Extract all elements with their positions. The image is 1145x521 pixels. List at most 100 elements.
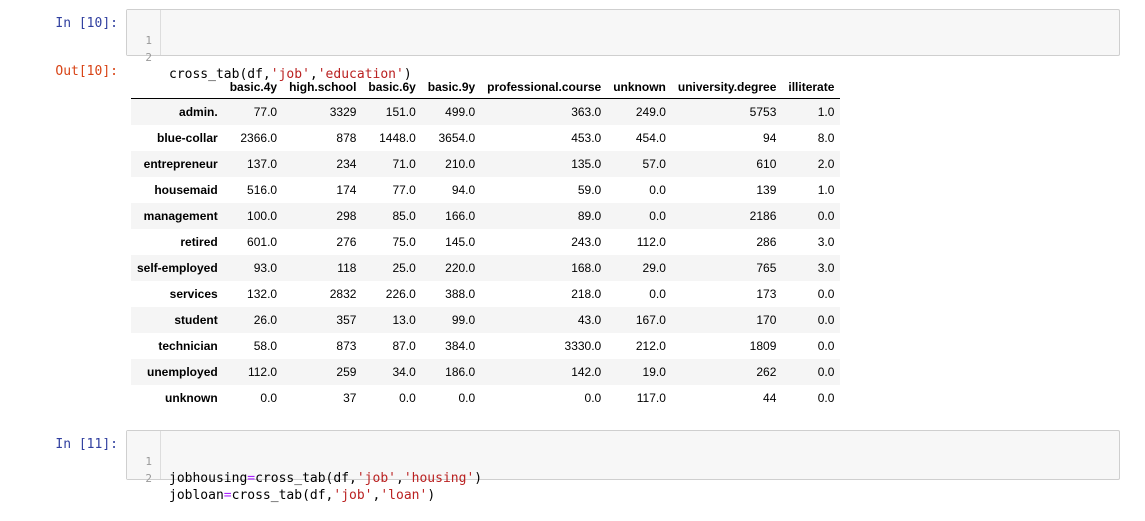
table-cell: 2366.0 [240,131,278,145]
table-body: admin. 77.0 3329 151.0 499.0 363.0 249.0 5753 1.… [131,98,841,412]
column-header: basic.6y [362,76,422,99]
table-cell: 57.0 [642,157,666,171]
line-number: 2 [145,472,152,485]
table-cell: 58.0 [253,339,278,353]
table-cell: 249.0 [635,105,666,119]
table-cell: 0.0 [817,287,835,301]
code-line-1[interactable]: 1 jobhousing=cross_tab(df,'job','housing… [127,436,1119,486]
assign-operator: = [247,471,256,486]
code-line-1[interactable]: 1 [127,15,1119,47]
row-index-label: retired [180,235,218,249]
table-cell: 286 [756,235,777,249]
table-cell: 34.0 [392,365,416,379]
table-cell: 112.0 [247,365,278,379]
table-cell: 173 [756,287,777,301]
code-text: jobhousing=cross_tab(df,'job','housing') [169,470,482,487]
table-cell: 384.0 [445,339,476,353]
table-cell: 218.0 [571,287,602,301]
table-cell: 3.0 [817,235,835,249]
row-index-label: unknown [165,391,218,405]
table-cell: 3330.0 [564,339,602,353]
column-header: high.school [283,76,363,99]
table-cell: 89.0 [577,209,602,223]
table-cell: 93.0 [253,261,278,275]
code-text: jobloan=cross_tab(df,'job','loan') [169,487,435,504]
function-call: cross_tab(df, [231,488,334,503]
code-line-2[interactable]: 2 cross_tab(df,'job','education') [127,32,1119,82]
table-row: unknown 0.0 37 0.0 0.0 0.0 117.0 44 0.0 [131,385,840,411]
table-row: self-employed 93.0 118 25.0 220.0 168.0 29.0 76… [131,255,841,281]
table-cell: 234 [336,157,357,171]
table-cell: 145.0 [445,235,476,249]
code-line-2[interactable]: 2 jobloan=cross_tab(df,'job','loan') [127,453,1119,503]
table-cell: 765 [756,261,777,275]
line-number: 2 [145,51,152,64]
assign-operator: = [223,488,232,503]
table-cell: 610 [756,157,777,171]
code-cell-11[interactable]: 1 jobhousing=cross_tab(df,'job','housing… [126,430,1120,503]
table-cell: 43.0 [577,313,602,327]
table-row: services 132.0 2832 226.0 388.0 218.0 0.0 173 0.… [131,281,840,307]
table-cell: 0.0 [817,209,835,223]
table-row: management 100.0 298 85.0 166.0 89.0 0.0 2186 0.… [131,203,841,229]
table-cell: 8.0 [817,131,835,145]
table-cell: 139 [756,183,777,197]
column-header: illiterate [782,76,841,99]
table-cell: 75.0 [392,235,416,249]
table-cell: 259 [336,365,357,379]
table-cell: 453.0 [571,131,602,145]
row-index-label: admin. [179,105,218,119]
code-close-paren: ) [474,471,483,486]
input-prompt-10: In [10]: [55,16,118,31]
table-cell: 29.0 [642,261,666,275]
row-index-label: self-employed [137,261,218,275]
table-cell: 212.0 [635,339,666,353]
table-cell: 210.0 [445,157,476,171]
table-cell: 94 [763,131,777,145]
output-prompt-10: Out[10]: [55,64,118,79]
table-row: technician 58.0 873 87.0 384.0 3330.0 212.0 180… [131,333,840,359]
table-cell: 112.0 [636,235,666,249]
table-row: admin. 77.0 3329 151.0 499.0 363.0 249.0 5753 1.… [131,98,841,125]
table-cell: 0.0 [649,183,666,197]
table-cell: 0.0 [817,339,835,353]
table-cell: 2.0 [817,157,835,171]
table-cell: 19.0 [642,365,666,379]
table-cell: 77.0 [253,105,278,119]
table-cell: 499.0 [445,105,476,119]
table-cell: 388.0 [445,287,476,301]
table-cell: 0.0 [817,391,835,405]
column-header: unknown [607,76,672,99]
string-literal: 'job' [333,488,373,503]
table-cell: 1809 [749,339,777,353]
row-index-label: entrepreneur [143,157,218,171]
table-cell: 87.0 [392,339,416,353]
table-cell: 77.0 [392,183,416,197]
table-cell: 186.0 [445,365,476,379]
table-cell: 117.0 [636,391,666,405]
row-index-label: student [174,313,218,327]
table-cell: 137.0 [247,157,278,171]
table-cell: 37 [343,391,357,405]
variable-name: jobhousing [169,471,248,486]
table-cell: 0.0 [584,391,602,405]
code-cell-10[interactable]: 1 2 cross_tab(df,'job','education') [126,9,1120,82]
table-cell: 44 [763,391,777,405]
table-cell: 262 [756,365,777,379]
table-cell: 873 [336,339,357,353]
input-prompt-11: In [11]: [55,437,118,452]
table-cell: 0.0 [260,391,278,405]
table-cell: 276 [336,235,357,249]
table-cell: 2832 [329,287,357,301]
table-cell: 3.0 [817,261,835,275]
row-index-label: technician [158,339,218,353]
table-cell: 226.0 [385,287,416,301]
table-cell: 2186 [749,209,777,223]
table-row: housemaid 516.0 174 77.0 94.0 59.0 0.0 139 1.0 [131,177,840,203]
table-cell: 26.0 [253,313,278,327]
table-cell: 168.0 [571,261,602,275]
row-index-label: management [143,209,218,223]
table-cell: 151.0 [385,105,416,119]
variable-name: jobloan [169,488,224,503]
column-header: basic.4y [223,76,284,99]
